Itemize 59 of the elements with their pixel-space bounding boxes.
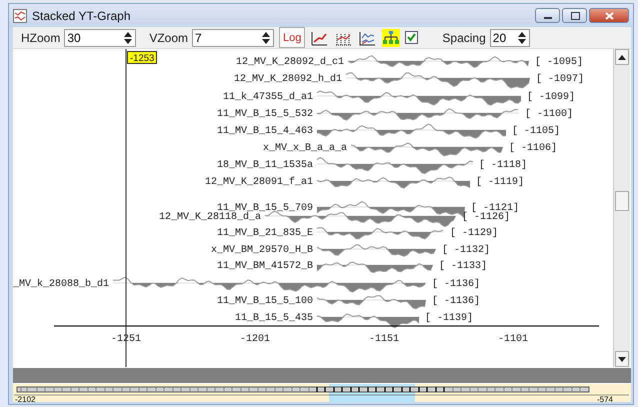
trace-reading: [ -1126] [462,212,510,223]
scroll-thumb[interactable] [615,191,629,211]
close-icon [605,12,614,20]
trace-reading: [ -1100] [525,109,574,120]
trace-reading: [ -1097] [536,74,584,85]
checkbox[interactable] [405,31,418,44]
trace-reading: [ -1136] [432,296,480,307]
close-button[interactable] [589,8,629,23]
axis-tick-label: -1201 [240,334,270,345]
trace-reading: [ -1133] [439,261,488,272]
field-label: HZoom [21,30,60,44]
trace-label: 18_MV_B_11_1535a [216,160,313,171]
trace-reading: [ -1105] [512,126,560,137]
app-icon [13,8,27,22]
range-start-label: -2102 [15,395,36,404]
range-end-label: -574 [596,395,613,404]
axis-tick-label: -1101 [498,334,528,345]
log-button[interactable]: Log [279,27,306,48]
trace-label: 11_MV_B_15_4_463 [216,126,313,137]
trace-label: 11_MV_B_15_5_100 [216,296,313,307]
trace-reading: [ -1129] [450,228,498,239]
trace-label: x_MV_x_B_a_a_a [262,143,347,154]
minimize-icon [544,17,552,20]
trace-label: 11_MV_BM_41572_B [216,261,313,272]
trace-reading: [ -1095] [535,57,584,68]
scroll-down-icon[interactable] [618,356,626,362]
spin-field[interactable]: 20 [490,28,530,46]
trace-reading: [ -1099] [527,92,576,103]
trace-label: 12_MV_K_28092_h_d1 [234,74,342,85]
spin-field[interactable]: 30 [64,28,136,46]
trace-label: 11_B_15_5_435 [234,313,313,324]
overview-strip[interactable] [13,384,631,402]
spin-field[interactable]: 7 [192,28,274,46]
field-label: VZoom [149,30,188,44]
field-label: Spacing [442,30,486,44]
cursor-label: -1253 [127,51,157,64]
trace-label: x_MV_BM_29570_H_B [210,245,313,256]
trace-label: 12_MV_K_28118_d_a [158,212,261,223]
scroll-up-icon[interactable] [618,54,626,60]
maximize-button[interactable] [562,8,587,23]
vertical-scrollbar[interactable] [613,49,630,367]
trace-reading: [ -1136] [432,279,480,290]
hierarchy-icon[interactable] [382,28,400,46]
trace-label: 12_MV_K_28092_d_c1 [236,57,344,68]
trace-reading: [ -1139] [425,313,474,324]
maximize-icon [571,12,580,20]
trace-label: _MV_k_28088_b_d1 [13,279,109,290]
trace-reading: [ -1106] [509,143,558,154]
scroll-track[interactable] [13,368,631,383]
trace-label: 11_k_47355_d_a1 [222,92,313,103]
trace-label: 12_MV_K_28091_f_a1 [204,177,313,188]
axis-tick-label: -1151 [369,334,399,345]
trace-reading: [ -1118] [479,160,528,171]
trace-label: 11_MV_B_21_835_E [216,228,313,239]
trace-label: 11_MV_B_15_5_532 [216,109,313,120]
trace-reading: [ -1119] [476,177,524,188]
window-title: Stacked YT-Graph [32,8,130,22]
trace-reading: [ -1132] [442,245,490,256]
minimize-button[interactable] [535,8,560,23]
